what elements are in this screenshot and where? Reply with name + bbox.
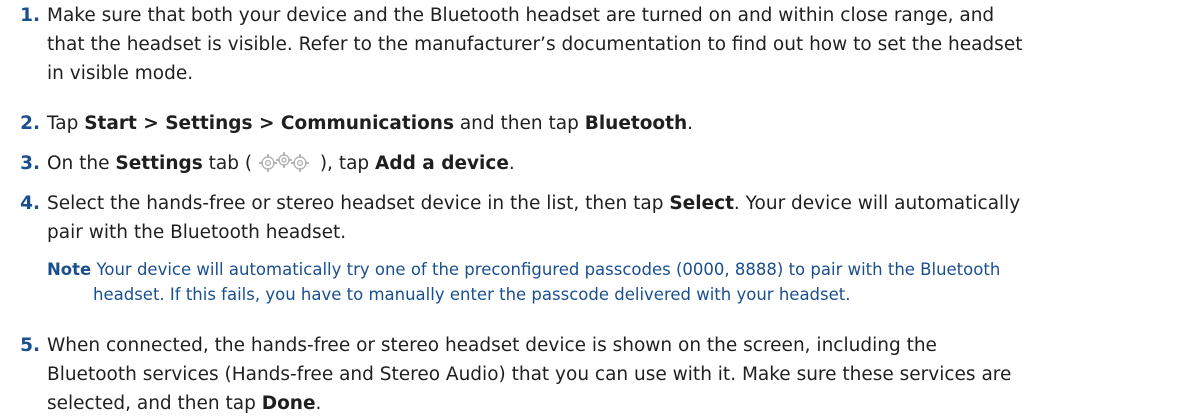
- step-line: in visible mode.: [47, 63, 194, 84]
- step-number: 1.: [20, 5, 40, 26]
- text-run: .: [508, 153, 515, 174]
- text-run: selected, and then tap: [47, 393, 262, 414]
- note-text: Your device will automatically try one o…: [96, 260, 1001, 279]
- action-done: Done: [261, 393, 316, 414]
- text-run: .: [687, 113, 694, 134]
- step-line: Bluetooth services (Hands-free and Stere…: [47, 364, 1012, 385]
- step-line: When connected, the hands-free or stereo…: [47, 335, 937, 356]
- step-number: 2.: [20, 113, 40, 134]
- text-run: Tap: [47, 113, 85, 134]
- settings-gears-icon: [258, 151, 314, 173]
- text-run: tab (: [202, 153, 258, 174]
- note-block: Note Your device will automatically try …: [47, 257, 1197, 307]
- tab-name-settings: Settings: [115, 153, 203, 174]
- step-text: Select the hands-free or stereo headset …: [47, 189, 1197, 247]
- note-label: Note: [47, 260, 92, 279]
- text-run: On the: [47, 153, 116, 174]
- menu-item-bluetooth: Bluetooth: [584, 113, 688, 134]
- note-text: headset. If this fails, you have to manu…: [93, 285, 851, 304]
- text-run: .: [315, 393, 322, 414]
- menu-path: Start > Settings > Communications: [84, 113, 454, 134]
- text-run: and then tap: [453, 113, 585, 134]
- action-select: Select: [669, 193, 734, 214]
- text-run: ), tap: [313, 153, 376, 174]
- text-run: . Your device will automatically: [733, 193, 1021, 214]
- step-text: On the Settings tab (), tap Add a devic…: [47, 149, 1197, 178]
- step-line: selected, and then tap Done.: [47, 389, 1197, 418]
- step-number: 4.: [20, 193, 40, 214]
- step-text: When connected, the hands-free or stereo…: [47, 331, 1197, 418]
- step-number: 3.: [20, 153, 40, 174]
- step-line: pair with the Bluetooth headset.: [47, 222, 347, 243]
- action-add-device: Add a device: [375, 153, 509, 174]
- step-number: 5.: [20, 335, 40, 356]
- step-text: Make sure that both your device and the …: [47, 1, 1197, 88]
- step-text: Tap Start > Settings > Communications an…: [47, 109, 1197, 138]
- step-line: Make sure that both your device and the …: [47, 5, 995, 26]
- step-line: Select the hands-free or stereo headset …: [47, 189, 1197, 218]
- text-run: Select the hands-free or stereo headset …: [47, 193, 670, 214]
- step-line: that the headset is visible. Refer to th…: [47, 34, 1023, 55]
